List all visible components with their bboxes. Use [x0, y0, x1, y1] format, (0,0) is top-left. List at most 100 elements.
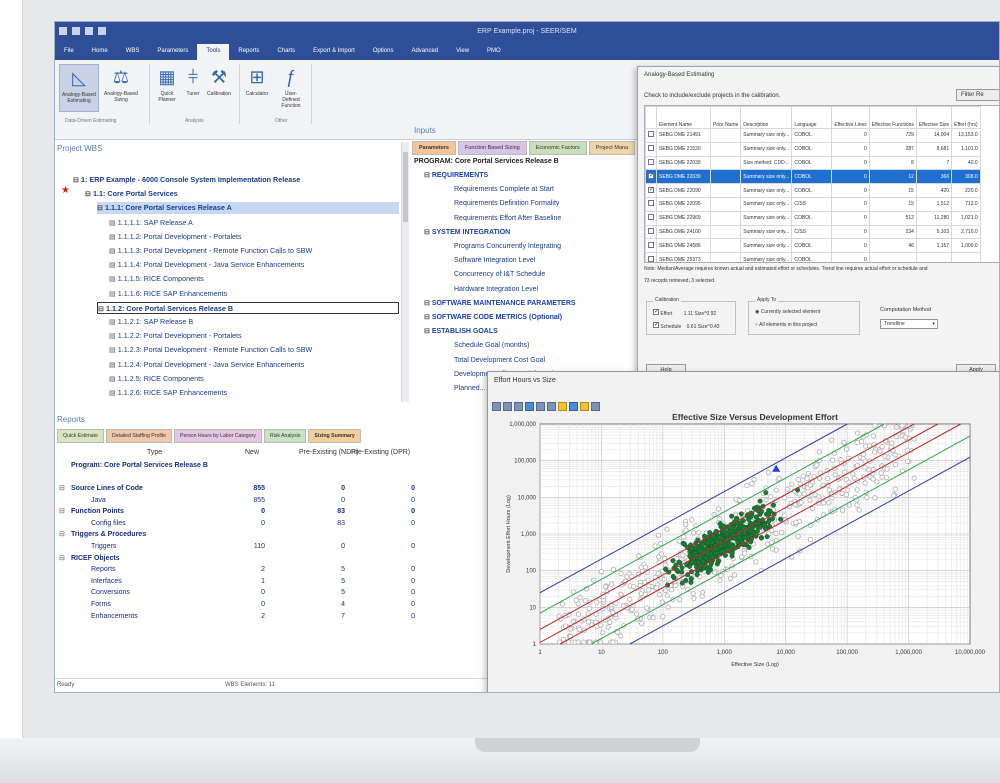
wbs-item[interactable]: ▤ 1.1.1.1: SAP Release A — [109, 217, 193, 229]
menu-options[interactable]: Options — [364, 44, 403, 60]
menu-pmo[interactable]: PMO — [478, 44, 510, 60]
menu-export-import[interactable]: Export & Import — [304, 44, 364, 60]
wbs-item[interactable]: ⊟ 1: ERP Example - 6000 Console System I… — [73, 174, 300, 186]
grid-column-header[interactable]: Effective Lines — [831, 106, 870, 129]
wbs-item[interactable]: ⊟ 1.1.1: Core Portal Services Release A — [97, 202, 399, 215]
analogy-based-sizing-button[interactable]: ⚖ Analogy-Based Sizing — [101, 64, 141, 112]
wbs-item[interactable]: ⊟ 1.1: Core Portal Services — [85, 188, 178, 200]
input-parameter[interactable]: Schedule Goal (months) — [454, 340, 529, 352]
wbs-item[interactable]: ▤ 1.1.1.6: RICE SAP Enhancements — [109, 288, 227, 300]
menu-home[interactable]: Home — [83, 44, 117, 60]
row-checkbox[interactable] — [648, 200, 654, 207]
input-parameter[interactable]: Hardware Integration Level — [454, 284, 538, 296]
collapse-icon[interactable]: ⊟ — [424, 229, 432, 236]
calculator-button[interactable]: ⊞ Calculator — [245, 64, 269, 112]
grid-icon[interactable] — [547, 402, 556, 411]
grid-column-header[interactable] — [645, 106, 657, 129]
wbs-item[interactable]: ⊟ 1.1.2: Core Portal Services Release B — [97, 301, 399, 314]
tuner-button[interactable]: ⫩ Tuner — [181, 64, 205, 112]
tab-project-mana[interactable]: Project Mana — [588, 141, 636, 155]
input-section[interactable]: ⊟ ESTABLISH GOALS — [424, 326, 498, 338]
grid-row[interactable]: SEBG DME 24586 Summary size only... COBOL 0… — [645, 238, 981, 254]
collapse-icon[interactable]: ⊟ — [59, 507, 65, 517]
row-checkbox[interactable] — [648, 172, 654, 179]
tab-risk-analysis[interactable]: Risk Analysis — [263, 429, 307, 443]
tab-sizing-summary[interactable]: Sizing Summary — [308, 429, 361, 443]
wbs-item[interactable]: ▤ 1.1.1.4: Portal Development - Java Ser… — [109, 259, 304, 271]
collapse-icon[interactable]: ⊟ — [424, 172, 432, 179]
row-checkbox[interactable] — [648, 214, 654, 221]
row-checkbox[interactable] — [648, 145, 654, 152]
computation-select[interactable]: Trendline ▾ — [880, 319, 938, 329]
grid-row[interactable]: SEBG DME 21520 Summary size only... COBOL 0… — [645, 141, 981, 157]
menu-parameters[interactable]: Parameters — [148, 44, 197, 60]
menu-file[interactable]: File — [55, 44, 83, 60]
calibration-button[interactable]: ⚒ Calibration — [207, 64, 231, 112]
tab-detailed-staffing-profile[interactable]: Detailed Staffing Profile — [105, 429, 173, 443]
grid-column-header[interactable]: Effort (hrs) — [951, 106, 981, 129]
grid-column-header[interactable]: Effective Size — [915, 106, 953, 129]
grid-column-header[interactable]: Element Name — [656, 106, 711, 129]
legend-icon[interactable] — [569, 402, 578, 411]
collapse-icon[interactable]: ⊟ — [424, 314, 432, 321]
apply-all-radio[interactable]: ○ All elements in this project — [755, 322, 817, 328]
grid-column-header[interactable]: Language — [791, 106, 833, 129]
grid-row[interactable]: SEBG DME 22039 Summary size only...COBOL0… — [645, 169, 981, 185]
collapse-icon[interactable]: ⊟ — [424, 300, 432, 307]
table-icon[interactable] — [525, 402, 534, 411]
tab-quick-estimate[interactable]: Quick Estimate — [57, 429, 104, 443]
menu-view[interactable]: View — [447, 44, 478, 60]
save-icon[interactable] — [514, 402, 523, 411]
filter-button[interactable]: Filter Re — [956, 89, 999, 101]
wbs-item[interactable]: ▤ 1.1.2.1: SAP Release B — [109, 316, 193, 328]
input-section[interactable]: ⊟ SOFTWARE MAINTENANCE PARAMETERS — [424, 298, 576, 310]
menu-wbs[interactable]: WBS — [117, 44, 149, 60]
grid-column-header[interactable]: Description — [740, 106, 793, 129]
wbs-item[interactable]: ▤ 1.1.2.4: Portal Development - Java Ser… — [109, 359, 304, 371]
tab-parameters[interactable]: Parameters — [412, 141, 456, 155]
collapse-icon[interactable]: ⊟ — [59, 530, 65, 540]
grid-row[interactable]: SEBG DME 22095 Summary size only... C/SS 0 1… — [645, 196, 981, 212]
grid-row[interactable]: SEBG DME 24100 Summary size only... C/SS 0 2… — [645, 224, 981, 240]
zoom-icon[interactable] — [536, 402, 545, 411]
user-defined-function-button[interactable]: ƒ User-Defined Function — [279, 64, 303, 112]
collapse-icon[interactable]: ⊟ — [424, 328, 432, 335]
row-checkbox[interactable] — [648, 186, 654, 193]
wbs-item[interactable]: ▤ 1.1.2.2: Portal Development - Portalet… — [109, 330, 242, 342]
effort-checkbox[interactable] — [653, 308, 659, 315]
copy-icon[interactable] — [492, 402, 501, 411]
row-checkbox[interactable] — [648, 158, 654, 165]
row-checkbox[interactable] — [648, 131, 654, 138]
tab-function-based-sizing[interactable]: Function Based Sizing — [457, 141, 527, 155]
analogy-based-estimating-button[interactable]: ◺ Analogy-Based Estimating — [59, 64, 99, 112]
input-parameter[interactable]: Requirements Complete at Start — [454, 184, 554, 196]
schedule-checkbox[interactable] — [653, 321, 659, 328]
input-parameter[interactable]: Total Development Cost Goal — [454, 355, 545, 367]
collapse-icon[interactable]: ⊟ — [59, 484, 65, 494]
wbs-item[interactable]: ▤ 1.1.2.6: RICE SAP Enhancements — [109, 387, 227, 396]
input-parameter[interactable]: Software Integration Level — [454, 255, 535, 267]
tab-economic-factors[interactable]: Economic Factors — [528, 141, 587, 155]
grid-row[interactable]: SEBG DME 21491 Summary size only... COBOL 0… — [645, 128, 981, 143]
wbs-item[interactable]: ▤ 1.1.1.2: Portal Development - Portalet… — [109, 231, 242, 243]
menu-advanced[interactable]: Advanced — [402, 44, 447, 60]
apply-current-radio[interactable]: ◉ Currently selected element — [755, 309, 820, 315]
wbs-item[interactable]: ▤ 1.1.2.5: RICE Components — [109, 373, 204, 385]
input-parameter[interactable]: Programs Concurrently Integrating — [454, 241, 561, 253]
wbs-item[interactable]: ▤ 1.1.1.5: RICE Components — [109, 273, 204, 285]
input-section[interactable]: ⊟ SYSTEM INTEGRATION — [424, 227, 510, 239]
grid-row[interactable]: SEBG DME 22039 Size method: CDD... COBOL 0 8… — [645, 155, 981, 171]
input-parameter[interactable]: Concurrency of I&T Schedule — [454, 269, 545, 281]
input-parameter[interactable]: Planned... — [454, 383, 486, 395]
palette-icon[interactable] — [558, 402, 567, 411]
menu-tools[interactable]: Tools — [197, 44, 230, 60]
input-section[interactable]: ⊟ REQUIREMENTS — [424, 170, 488, 182]
wbs-item[interactable]: ▤ 1.1.1.3: Portal Development - Remote F… — [109, 245, 312, 257]
print-icon[interactable] — [503, 402, 512, 411]
row-checkbox[interactable] — [648, 241, 654, 248]
grid-row[interactable]: SEBG DME 22090 Summary size only...COBOL0… — [645, 183, 981, 198]
wbs-scrollbar[interactable] — [401, 142, 409, 402]
export-icon[interactable] — [580, 402, 589, 411]
input-section[interactable]: ⊟ SOFTWARE CODE METRICS (Optional) — [424, 312, 562, 324]
row-checkbox[interactable] — [648, 227, 654, 234]
